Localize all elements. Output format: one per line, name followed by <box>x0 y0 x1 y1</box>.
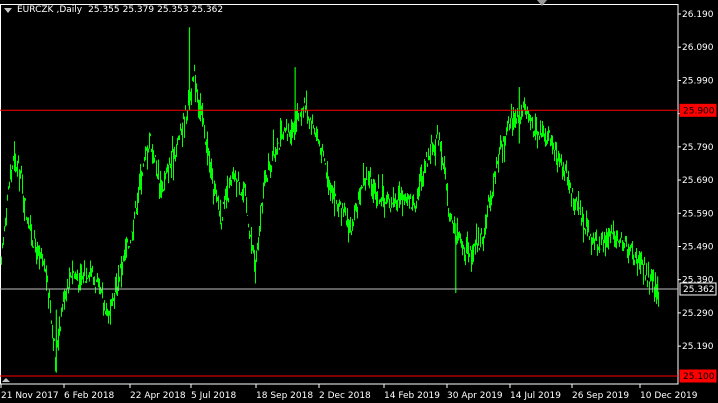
x-tick-label: 22 Apr 2018 <box>130 391 186 401</box>
resistance-price-label: 25.900 <box>683 106 715 116</box>
y-tick-label: 25.790 <box>682 143 714 153</box>
y-tick-label: 25.190 <box>682 342 714 352</box>
support-price-label: 25.100 <box>683 372 715 382</box>
x-tick-label: 5 Jul 2018 <box>191 391 236 401</box>
y-tick-label: 26.190 <box>682 10 714 20</box>
y-tick-label: 25.290 <box>682 309 714 319</box>
symbol-label: EURCZK ,Daily <box>17 5 83 15</box>
chart-window[interactable]: 26.19026.09025.99025.89025.79025.69025.5… <box>0 0 718 403</box>
y-tick-label: 25.490 <box>682 242 714 252</box>
x-tick-label: 14 Feb 2019 <box>384 391 440 401</box>
x-tick-label: 6 Feb 2018 <box>64 391 115 401</box>
chart-header: EURCZK ,Daily 25.355 25.379 25.353 25.362 <box>0 3 226 17</box>
x-tick-label: 26 Sep 2019 <box>572 391 629 401</box>
close-value: 25.362 <box>191 5 224 15</box>
y-tick-label: 25.990 <box>682 76 714 86</box>
y-tick-label: 25.590 <box>682 209 714 219</box>
price-chart[interactable]: 26.19026.09025.99025.89025.79025.69025.5… <box>0 0 718 403</box>
price-bars <box>1 27 659 373</box>
high-value: 25.379 <box>122 5 155 15</box>
dropdown-triangle-icon[interactable] <box>4 7 12 13</box>
axis-arrow-icon <box>2 378 10 382</box>
chart-shift-marker-icon[interactable] <box>537 0 547 6</box>
y-tick-label: 26.090 <box>682 43 714 53</box>
x-tick-label: 30 Apr 2019 <box>447 391 503 401</box>
current-price-label: 25.362 <box>683 285 715 295</box>
open-value: 25.355 <box>88 5 120 15</box>
low-value: 25.353 <box>157 5 189 15</box>
plot-frame <box>0 4 679 385</box>
x-tick-label: 14 Jul 2019 <box>510 391 561 401</box>
x-tick-label: 10 Dec 2019 <box>640 391 698 401</box>
x-tick-label: 21 Nov 2017 <box>1 391 59 401</box>
x-tick-label: 2 Dec 2018 <box>319 391 371 401</box>
y-tick-label: 25.690 <box>682 176 714 186</box>
x-tick-label: 18 Sep 2018 <box>256 391 313 401</box>
